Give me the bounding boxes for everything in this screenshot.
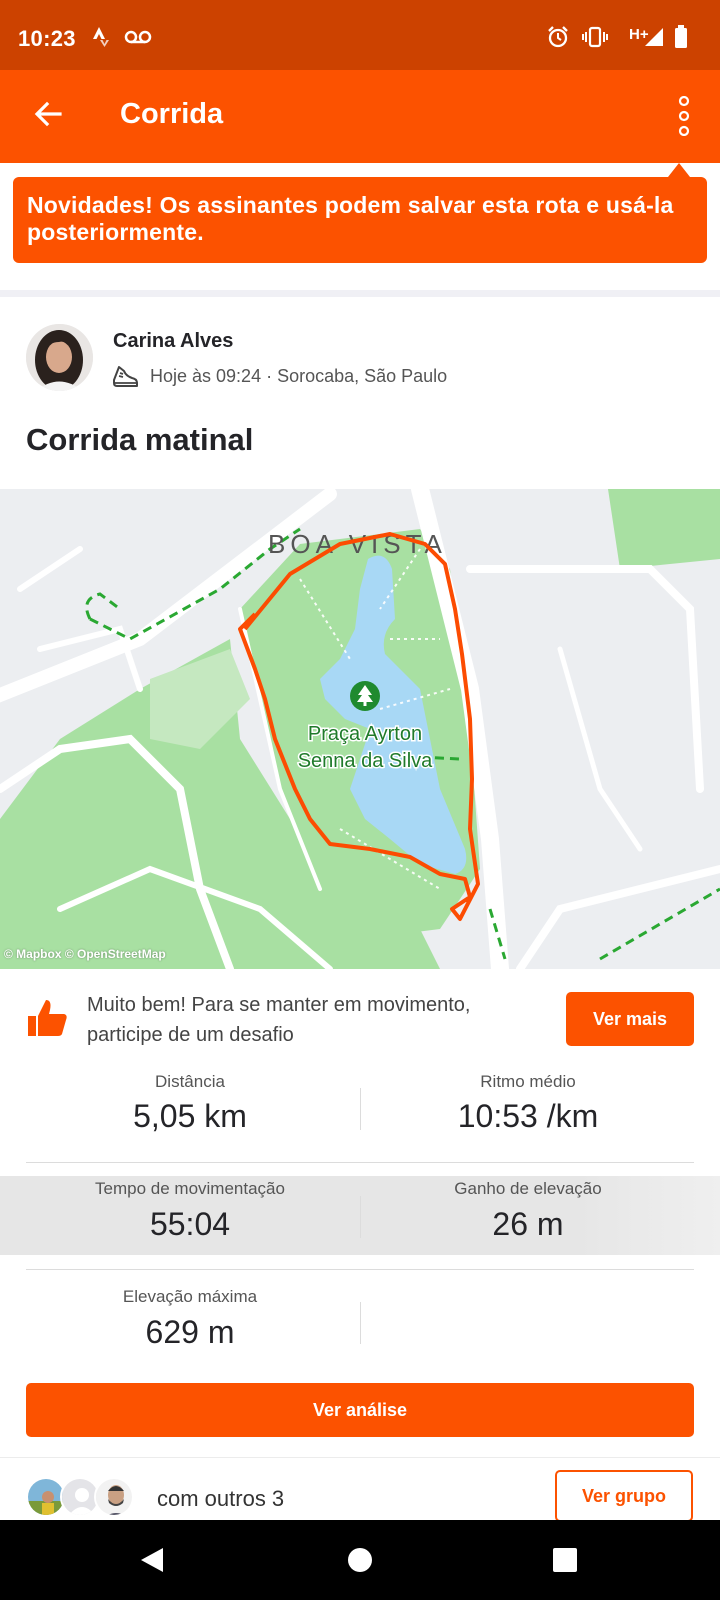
map-attribution[interactable]: © Mapbox © OpenStreetMap (4, 947, 166, 961)
view-group-button[interactable]: Ver grupo (555, 1470, 693, 1522)
group-avatar[interactable] (94, 1477, 134, 1517)
group-text: com outros 3 (157, 1486, 285, 1511)
voicemail-icon (124, 24, 152, 50)
signal-icon (644, 24, 664, 50)
stat-separator (360, 1302, 361, 1344)
stat-elevation-gain-label: Ganho de elevação (454, 1179, 602, 1198)
running-shoe-icon (111, 362, 139, 390)
stats-divider (26, 1269, 694, 1270)
new-feature-tooltip[interactable]: Novidades! Os assinantes podem salvar es… (13, 177, 707, 263)
square-recents-icon (553, 1548, 577, 1572)
vibrate-icon (582, 24, 608, 50)
more-vertical-icon (678, 96, 690, 136)
status-bar: 10:23 H+ (0, 0, 720, 70)
map-park-label-1: Praça Ayrton (308, 723, 422, 745)
back-button[interactable] (26, 92, 70, 136)
challenge-prompt-text: Muito bem! Para se manter em movimento, … (87, 994, 471, 1046)
athlete-avatar[interactable] (26, 324, 93, 391)
activity-title: Corrida matinal (26, 422, 254, 457)
page-title: Corrida (120, 98, 224, 130)
nav-back-button[interactable] (132, 1540, 172, 1580)
circle-home-icon (348, 1548, 372, 1572)
stat-moving-time-label: Tempo de movimentação (95, 1179, 285, 1198)
nav-recents-button[interactable] (545, 1540, 585, 1580)
strava-notification-icon (92, 24, 110, 50)
app-bar: Corrida (0, 70, 720, 163)
alarm-icon (546, 24, 570, 50)
stat-max-elevation-label: Elevação máxima (122, 1287, 258, 1306)
tooltip-arrow (668, 163, 690, 177)
route-map[interactable]: BOA VISTA Praça Ayrton Senna da Silva (0, 489, 720, 969)
section-divider (0, 290, 720, 297)
stat-pace-label: Ritmo médio (480, 1072, 576, 1091)
battery-icon (674, 24, 688, 50)
thumbs-up-icon (26, 996, 70, 1040)
stat-elevation-gain-value: 26 m (492, 1206, 564, 1242)
stat-distance-label: Distância (155, 1072, 225, 1091)
athlete-name[interactable]: Carina Alves (113, 330, 233, 353)
stat-max-elevation-value: 629 m (145, 1314, 235, 1350)
nav-home-button[interactable] (340, 1540, 380, 1580)
triangle-back-icon (141, 1548, 163, 1572)
arrow-left-icon (34, 101, 62, 127)
more-options-button[interactable] (662, 94, 706, 138)
stat-pace-value: 10:53 /km (457, 1098, 599, 1134)
stat-separator (360, 1196, 361, 1238)
status-time: 10:23 (18, 26, 76, 51)
group-divider (0, 1457, 720, 1458)
system-nav-bar (0, 1520, 720, 1600)
stats-divider (26, 1162, 694, 1163)
view-analysis-button[interactable]: Ver análise (26, 1383, 694, 1437)
stat-distance-value: 5,05 km (133, 1098, 247, 1134)
stat-separator (360, 1088, 361, 1130)
stat-moving-time-value: 55:04 (149, 1206, 231, 1242)
activity-meta: Hoje às 09:24 · Sorocaba, São Paulo (150, 366, 448, 386)
map-park-label-2: Senna da Silva (298, 750, 433, 772)
see-more-button[interactable]: Ver mais (566, 992, 694, 1046)
